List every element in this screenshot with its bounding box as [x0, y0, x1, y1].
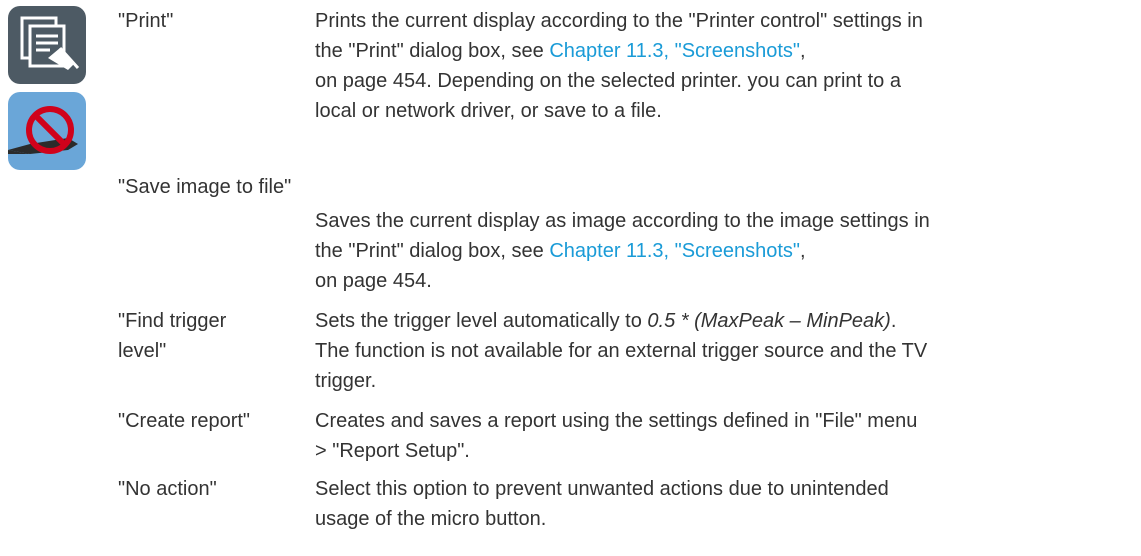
desc-report-line-1: Creates and saves a report using the set…	[315, 410, 918, 432]
desc-find-line-1: Sets the trigger level automatically to …	[315, 306, 1135, 336]
link-chapter-screenshots[interactable]: Chapter 11.3, "Screenshots"	[549, 40, 800, 62]
formula: 0.5 * (MaxPeak – MinPeak)	[647, 310, 891, 332]
no-action-pen-icon	[8, 92, 86, 170]
desc-print-line-2-text: the "Print" dialog box, see	[315, 40, 550, 62]
term-find-trigger-level: "Find trigger level"	[118, 306, 226, 366]
term-create-report: "Create report"	[118, 410, 251, 432]
desc-no-action: Select this option to prevent unwanted a…	[315, 474, 1135, 534]
desc-find-line-3: trigger.	[315, 370, 377, 392]
desc-print-line-2: the "Print" dialog box, see Chapter 11.3…	[315, 36, 1135, 66]
desc-print-line-3: on page 454. Depending on the selected p…	[315, 70, 901, 92]
desc-save-line-1: Saves the current display as image accor…	[315, 210, 930, 232]
desc-print-line-4: local or network driver, or save to a fi…	[315, 100, 662, 122]
term-no-action: "No action"	[118, 478, 217, 500]
link-chapter-screenshots[interactable]: Chapter 11.3, "Screenshots"	[549, 240, 800, 262]
term-find-line-1: "Find trigger	[118, 310, 227, 332]
desc-print: Prints the current display according to …	[315, 6, 1135, 126]
desc-find-line-1-period: .	[890, 310, 897, 332]
desc-save-image: Saves the current display as image accor…	[315, 206, 1135, 296]
desc-print-line-2-comma: ,	[799, 40, 806, 62]
desc-print-line-1: Prints the current display according to …	[315, 10, 923, 32]
desc-report-line-2: > "Report Setup".	[315, 440, 470, 462]
desc-save-line-2-text: the "Print" dialog box, see	[315, 240, 550, 262]
term-find-line-2: level"	[118, 340, 167, 362]
desc-save-line-2-comma: ,	[799, 240, 806, 262]
desc-save-line-2: the "Print" dialog box, see Chapter 11.3…	[315, 236, 1135, 266]
desc-create-report: Creates and saves a report using the set…	[315, 406, 1135, 466]
desc-find-trigger-level: Sets the trigger level automatically to …	[315, 306, 1135, 396]
desc-save-line-3: on page 454.	[315, 270, 432, 292]
print-icon	[8, 6, 86, 84]
term-save-image: "Save image to file"	[118, 176, 292, 198]
desc-noaction-line-2: usage of the micro button.	[315, 508, 547, 530]
term-print: "Print"	[118, 10, 174, 32]
desc-find-line-2: The function is not available for an ext…	[315, 340, 928, 362]
desc-find-line-1-text: Sets the trigger level automatically to	[315, 310, 648, 332]
desc-noaction-line-1: Select this option to prevent unwanted a…	[315, 478, 889, 500]
